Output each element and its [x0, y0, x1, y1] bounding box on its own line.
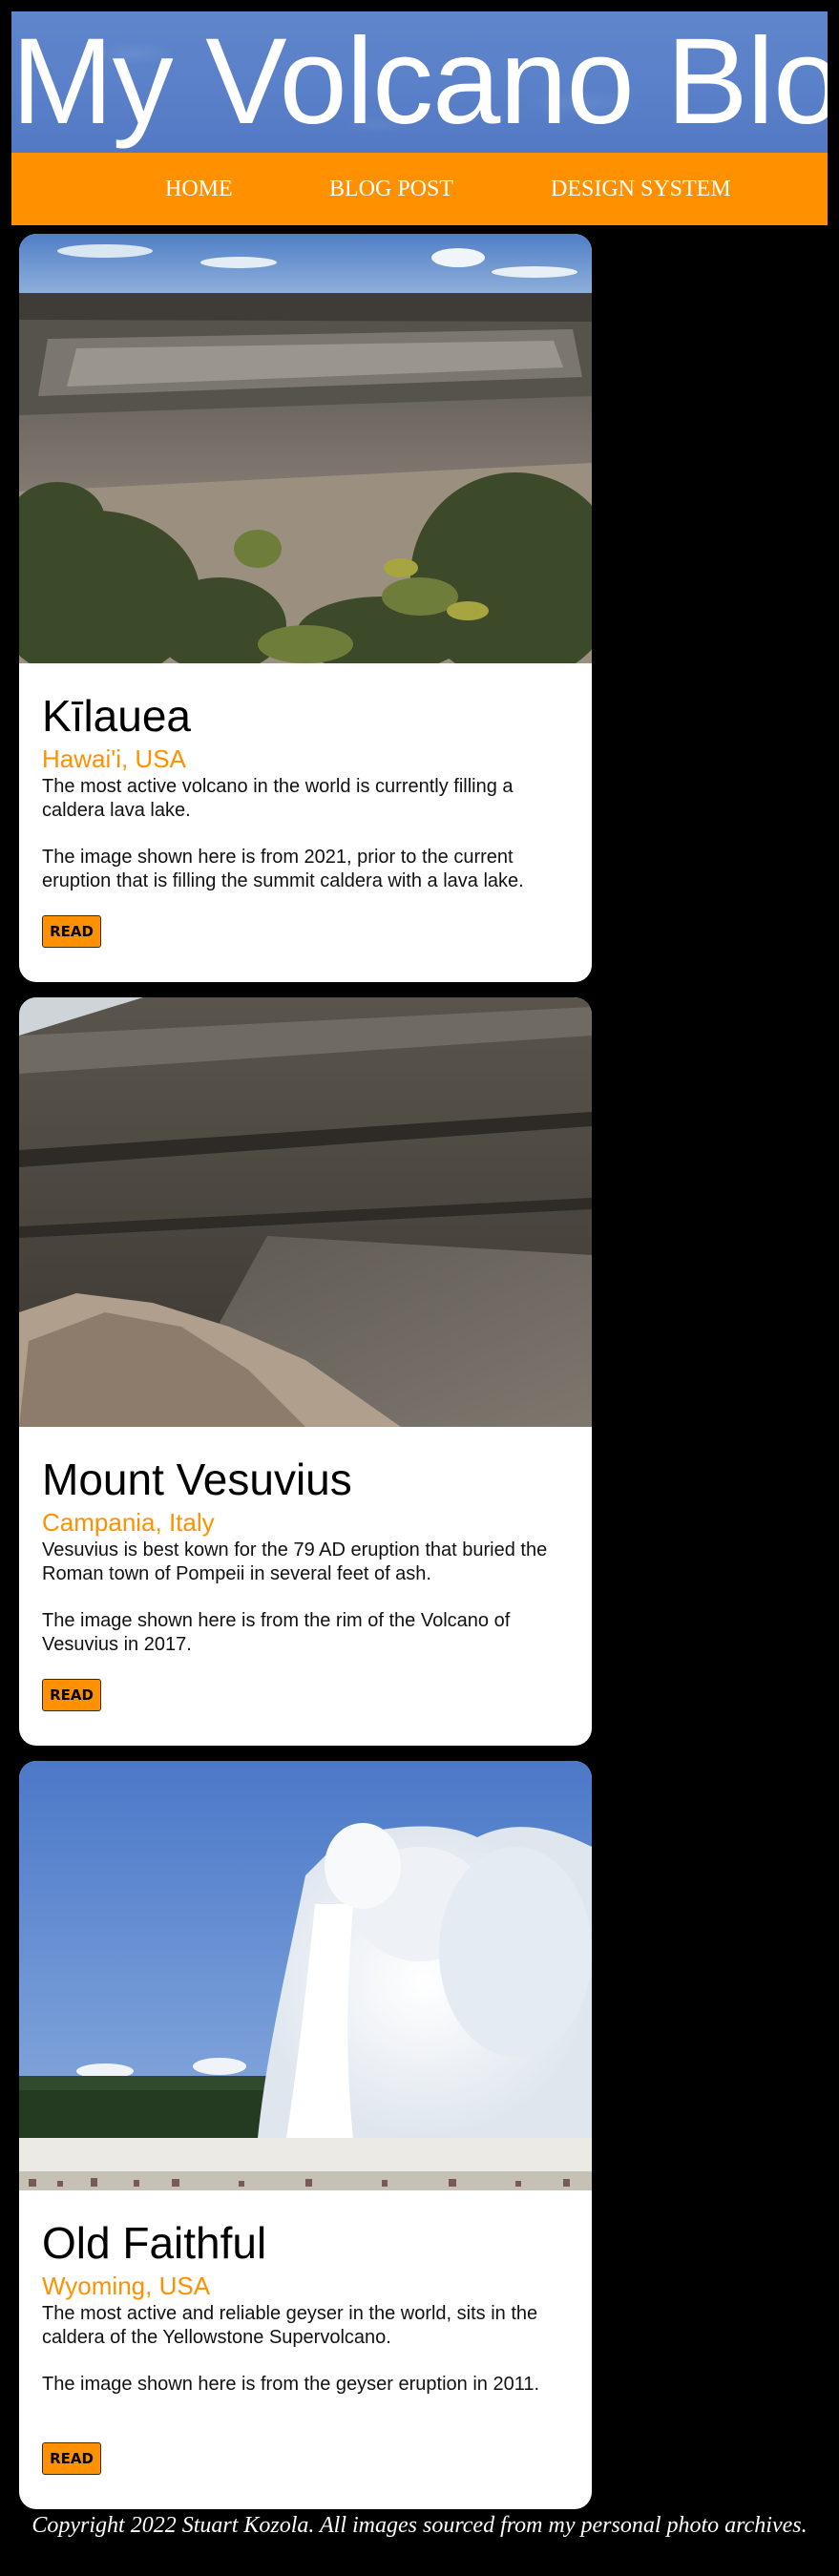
post-description: The most active and reliable geyser in t… — [42, 2303, 538, 2348]
post-card-vesuvius: Mount Vesuvius Campania, Italy Vesuvius … — [19, 997, 592, 1746]
post-card-old-faithful: Old Faithful Wyoming, USA The most activ… — [19, 1761, 592, 2509]
post-description: The most active volcano in the world is … — [42, 776, 514, 821]
read-button[interactable]: READ — [42, 1679, 101, 1711]
post-location: Wyoming, USA — [42, 2272, 211, 2300]
nav-link-home[interactable]: HOME — [165, 153, 233, 225]
post-title: Mount Vesuvius — [42, 1455, 352, 1504]
post-title: Kīlauea — [42, 691, 192, 741]
post-image-note: The image shown here is from 2021, prior… — [42, 847, 524, 891]
main-navigation: HOME BLOG POST DESIGN SYSTEM — [11, 153, 828, 225]
site-header: My Volcano Blog — [11, 11, 828, 153]
nav-link-design-system[interactable]: DESIGN SYSTEM — [551, 153, 731, 225]
site-title: My Volcano Blog — [11, 13, 828, 150]
post-description: Vesuvius is best kown for the 79 AD erup… — [42, 1539, 548, 1584]
nav-link-blog-post[interactable]: BLOG POST — [329, 153, 453, 225]
kilauea-photo — [19, 234, 592, 663]
vesuvius-photo — [19, 997, 592, 1427]
read-button[interactable]: READ — [42, 915, 101, 948]
site-footer: Copyright 2022 Stuart Kozola. All images… — [31, 2513, 808, 2538]
post-card-kilauea: Kīlauea Hawai'i, USA The most active vol… — [19, 234, 592, 982]
post-image-note: The image shown here is from the rim of … — [42, 1610, 511, 1655]
post-location: Hawai'i, USA — [42, 744, 186, 773]
read-button[interactable]: READ — [42, 2442, 101, 2475]
post-image-note: The image shown here is from the geyser … — [42, 2374, 540, 2395]
old-faithful-photo — [19, 1761, 592, 2190]
post-location: Campania, Italy — [42, 1508, 215, 1537]
post-title: Old Faithful — [42, 2218, 267, 2268]
